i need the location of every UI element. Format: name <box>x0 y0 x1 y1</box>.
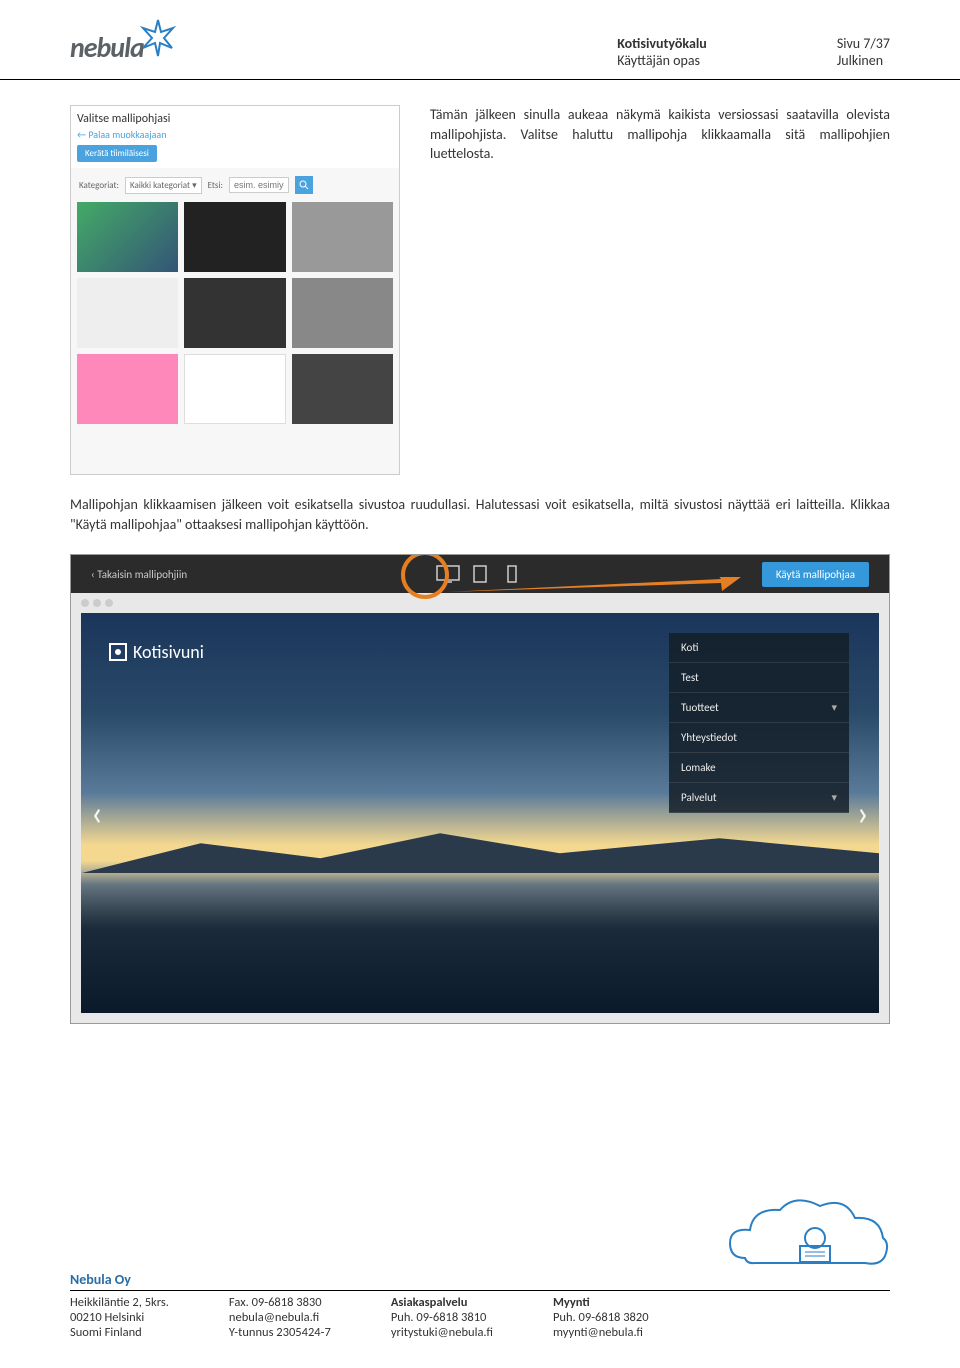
page-number: Sivu 7/37 <box>837 35 890 52</box>
category-select[interactable]: Kaikki kategoriat ▾ <box>125 177 202 194</box>
menu-item[interactable]: Tuotteet▾ <box>669 693 849 723</box>
page-footer: Nebula Oy Heikkiläntie 2, 5krs. 00210 He… <box>0 1271 960 1368</box>
footer-sales: Myynti Puh. 09-6818 3820 myynti@nebula.f… <box>553 1295 649 1340</box>
screenshot-template-gallery: Valitse mallipohjasi ← Palaa muokkaajaan… <box>70 105 400 475</box>
collect-team-button[interactable]: Kerätä tiimiläisesi <box>77 145 157 162</box>
footer-contact: Fax. 09-6818 3830 nebula@nebula.fi Y-tun… <box>229 1295 331 1340</box>
gallery-title: Valitse mallipohjasi <box>77 112 393 126</box>
site-logo: Kotisivuni <box>109 641 204 663</box>
footer-support: Asiakaspalvelu Puh. 09-6818 3810 yrityst… <box>391 1295 493 1340</box>
doc-title: Kotisivutyökalu <box>617 35 707 52</box>
preview-viewport: Kotisivuni KotiTestTuotteet▾Yhteystiedot… <box>81 613 879 1013</box>
page-header: nebula Kotisivutyökalu Käyttäjän opas Si… <box>0 0 960 80</box>
screenshot-template-preview: ‹ Takaisin mallipohjiin Käytä mallipohja… <box>70 554 890 1024</box>
search-input[interactable] <box>229 177 289 193</box>
use-template-button[interactable]: Käytä mallipohjaa <box>762 562 869 587</box>
menu-item[interactable]: Test <box>669 663 849 693</box>
template-thumb[interactable] <box>77 354 178 424</box>
back-to-templates-link[interactable]: ‹ Takaisin mallipohjiin <box>91 568 187 581</box>
logo-text: nebula <box>70 30 144 65</box>
template-thumb[interactable] <box>184 202 285 272</box>
logo: nebula <box>70 25 178 69</box>
template-thumb[interactable] <box>77 278 178 348</box>
filter-label: Etsi: <box>208 180 223 191</box>
menu-item[interactable]: Yhteystiedot <box>669 723 849 753</box>
prev-icon[interactable]: ‹ <box>91 791 103 835</box>
footer-address: Heikkiläntie 2, 5krs. 00210 Helsinki Suo… <box>70 1295 169 1340</box>
menu-item[interactable]: Koti <box>669 633 849 663</box>
site-menu: KotiTestTuotteet▾YhteystiedotLomakePalve… <box>669 633 849 813</box>
next-icon[interactable]: › <box>857 791 869 835</box>
arrow-icon <box>446 577 741 607</box>
template-thumb[interactable] <box>77 202 178 272</box>
menu-item[interactable]: Lomake <box>669 753 849 783</box>
template-thumb[interactable] <box>292 278 393 348</box>
paragraph-2: Mallipohjan klikkaamisen jälkeen voit es… <box>70 495 890 534</box>
cloud-doodle-icon <box>725 1188 895 1278</box>
header-meta: Kotisivutyökalu Käyttäjän opas Sivu 7/37… <box>617 25 890 69</box>
template-thumb[interactable] <box>184 354 285 424</box>
visibility: Julkinen <box>837 52 890 69</box>
doc-subtitle: Käyttäjän opas <box>617 52 707 69</box>
content: Valitse mallipohjasi ← Palaa muokkaajaan… <box>0 80 960 1034</box>
template-thumb[interactable] <box>292 202 393 272</box>
star-icon <box>138 18 178 58</box>
search-icon[interactable] <box>295 176 313 194</box>
category-label: Kategoriat: <box>79 180 119 191</box>
menu-item[interactable]: Palvelut▾ <box>669 783 849 813</box>
template-thumb[interactable] <box>184 278 285 348</box>
paragraph-1: Tämän jälkeen sinulla aukeaa näkymä kaik… <box>430 105 890 475</box>
template-thumb[interactable] <box>292 354 393 424</box>
back-to-editor-link[interactable]: ← Palaa muokkaajaan <box>77 128 393 141</box>
